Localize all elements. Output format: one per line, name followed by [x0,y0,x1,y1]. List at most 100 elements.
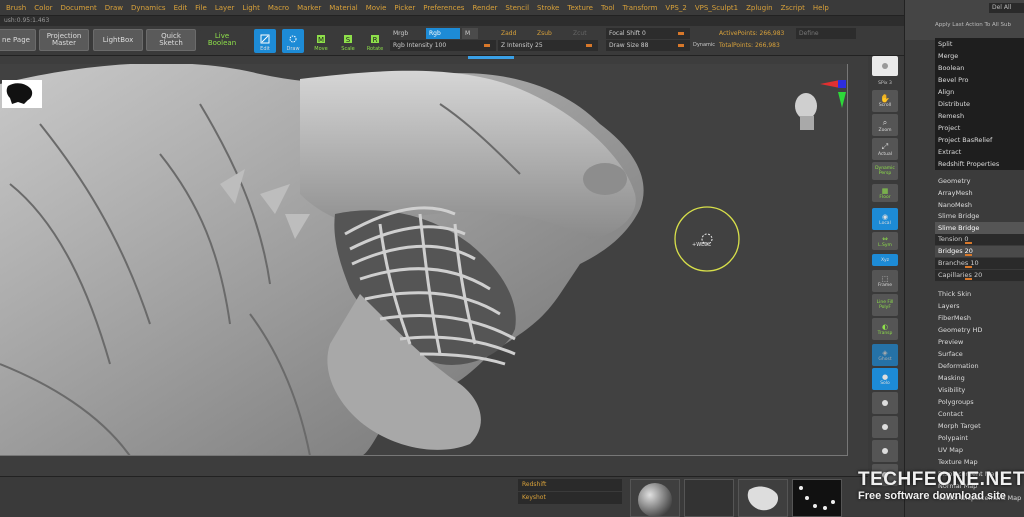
subpalette-geometry[interactable]: Geometry [935,175,1024,187]
subtool-button-2[interactable] [872,416,898,438]
spix-slider[interactable]: SPix 3 [872,78,898,88]
del-all-button[interactable]: Del All [989,3,1024,13]
menu-item-transform[interactable]: Transform [619,0,662,16]
menu-item-vps-sculpt1[interactable]: VPS_Sculpt1 [691,0,742,16]
subpalette-thick-skin[interactable]: Thick Skin [935,288,1024,300]
move-tool-button[interactable]: M Move [310,29,332,53]
quick-sketch-button[interactable]: Quick Sketch [146,29,196,51]
menu-item-movie[interactable]: Movie [362,0,391,16]
dynamic-toggle[interactable]: Dynamic [690,40,715,51]
action-boolean[interactable]: Boolean [935,62,1024,74]
subpalette-layers[interactable]: Layers [935,300,1024,312]
menu-item-document[interactable]: Document [56,0,100,16]
redshift-button[interactable]: Redshift [518,479,622,491]
live-boolean-button[interactable]: Live Boolean [199,29,245,51]
alpha-thumbnail[interactable] [738,479,788,517]
subpalette-uv-map[interactable]: UV Map [935,444,1024,456]
slider-tension[interactable]: Tension 0 [935,234,1024,246]
action-split[interactable]: Split [935,38,1024,50]
subpalette-geometry-hd[interactable]: Geometry HD [935,324,1024,336]
menu-item-draw[interactable]: Draw [101,0,127,16]
scroll-button[interactable]: ✋ Scroll [872,90,898,112]
menu-item-vps-2[interactable]: VPS_2 [661,0,690,16]
edit-tool-button[interactable]: Edit [254,29,276,53]
menu-item-tool[interactable]: Tool [597,0,619,16]
focal-shift-slider[interactable]: Focal Shift 0 [606,28,690,39]
menu-item-edit[interactable]: Edit [170,0,192,16]
lightbox-button[interactable]: LightBox [93,29,143,51]
local-button[interactable]: ◉ Local [872,208,898,230]
action-redshift-properties[interactable]: Redshift Properties [935,158,1024,170]
action-merge[interactable]: Merge [935,50,1024,62]
subpalette-surface[interactable]: Surface [935,348,1024,360]
menu-item-stroke[interactable]: Stroke [533,0,563,16]
projection-master-button[interactable]: Projection Master [39,29,89,51]
slider-capillaries[interactable]: Capillaries 20 [935,270,1024,282]
persp-button[interactable]: Dynamic Persp [872,162,898,180]
zcut-toggle[interactable]: Zcut [570,28,596,39]
texture-thumbnail[interactable] [684,479,734,517]
subpalette-preview[interactable]: Preview [935,336,1024,348]
subpalette-contact[interactable]: Contact [935,408,1024,420]
action-bevel-pro[interactable]: Bevel Pro [935,74,1024,86]
stroke-thumbnail[interactable] [792,479,842,517]
draw-size-slider[interactable]: Draw Size 88 [606,40,690,51]
menu-item-zplugin[interactable]: Zplugin [742,0,776,16]
subpalette-morph-target[interactable]: Morph Target [935,420,1024,432]
menu-item-marker[interactable]: Marker [293,0,325,16]
action-remesh[interactable]: Remesh [935,110,1024,122]
action-align[interactable]: Align [935,86,1024,98]
subpalette-deformation[interactable]: Deformation [935,360,1024,372]
action-extract[interactable]: Extract [935,146,1024,158]
head-navigator-icon[interactable] [795,93,817,130]
zoom-button[interactable]: ⌕ Zoom [872,114,898,136]
menu-item-stencil[interactable]: Stencil [501,0,533,16]
slider-branches[interactable]: Branches 10 [935,258,1024,270]
menu-item-material[interactable]: Material [325,0,361,16]
floor-button[interactable]: ▦ Floor [872,184,898,202]
menu-item-brush[interactable]: Brush [2,0,30,16]
line-fill-button[interactable]: Line Fill PolyF [872,294,898,316]
actual-button[interactable]: ⤢ Actual [872,138,898,160]
subpalette-polygroups[interactable]: Polygroups [935,396,1024,408]
subpalette-masking[interactable]: Masking [935,372,1024,384]
subpalette-fibermesh[interactable]: FiberMesh [935,312,1024,324]
material-thumbnail[interactable] [630,479,680,517]
menu-item-color[interactable]: Color [30,0,56,16]
subpalette-visibility[interactable]: Visibility [935,384,1024,396]
zadd-toggle[interactable]: Zadd [498,28,532,39]
zsub-toggle[interactable]: Zsub [534,28,568,39]
slime-bridge-header[interactable]: Slime Bridge [935,210,1024,222]
transp-button[interactable]: ◐ Transp [872,318,898,340]
xyz-button[interactable]: Xyz [872,254,898,266]
slime-bridge-button[interactable]: Slime Bridge [935,222,1024,234]
subtool-button-3[interactable] [872,440,898,462]
rgb-intensity-slider[interactable]: Rgb Intensity 100 [390,40,496,51]
menu-item-dynamics[interactable]: Dynamics [127,0,170,16]
menu-item-picker[interactable]: Picker [390,0,419,16]
menu-item-light[interactable]: Light [238,0,263,16]
keyshot-button[interactable]: Keyshot [518,492,622,504]
action-distribute[interactable]: Distribute [935,98,1024,110]
menu-item-file[interactable]: File [191,0,211,16]
home-page-button[interactable]: ne Page [0,29,36,51]
menu-item-preferences[interactable]: Preferences [419,0,468,16]
menu-item-render[interactable]: Render [468,0,501,16]
z-intensity-slider[interactable]: Z Intensity 25 [498,40,598,51]
menu-item-texture[interactable]: Texture [563,0,597,16]
scale-tool-button[interactable]: S Scale [337,29,359,53]
menu-item-macro[interactable]: Macro [264,0,293,16]
subpalette-polypaint[interactable]: Polypaint [935,432,1024,444]
rgb-toggle[interactable]: Rgb [426,28,460,39]
ghost-button[interactable]: ◈ Ghost [872,344,898,366]
action-project-basrelief[interactable]: Project BasRelief [935,134,1024,146]
menu-item-zscript[interactable]: Zscript [777,0,809,16]
draw-tool-button[interactable]: Draw [282,29,304,53]
subpalette-arraymesh[interactable]: ArrayMesh [935,187,1024,199]
slider-bridges[interactable]: Bridges 20 [935,246,1024,258]
frame-button[interactable]: ⬚ Frame [872,270,898,292]
apply-last-action-toggle[interactable]: Apply Last Action To All Sub [935,20,1024,30]
menu-item-help[interactable]: Help [809,0,833,16]
action-project[interactable]: Project [935,122,1024,134]
axis-gizmo[interactable] [820,80,846,108]
